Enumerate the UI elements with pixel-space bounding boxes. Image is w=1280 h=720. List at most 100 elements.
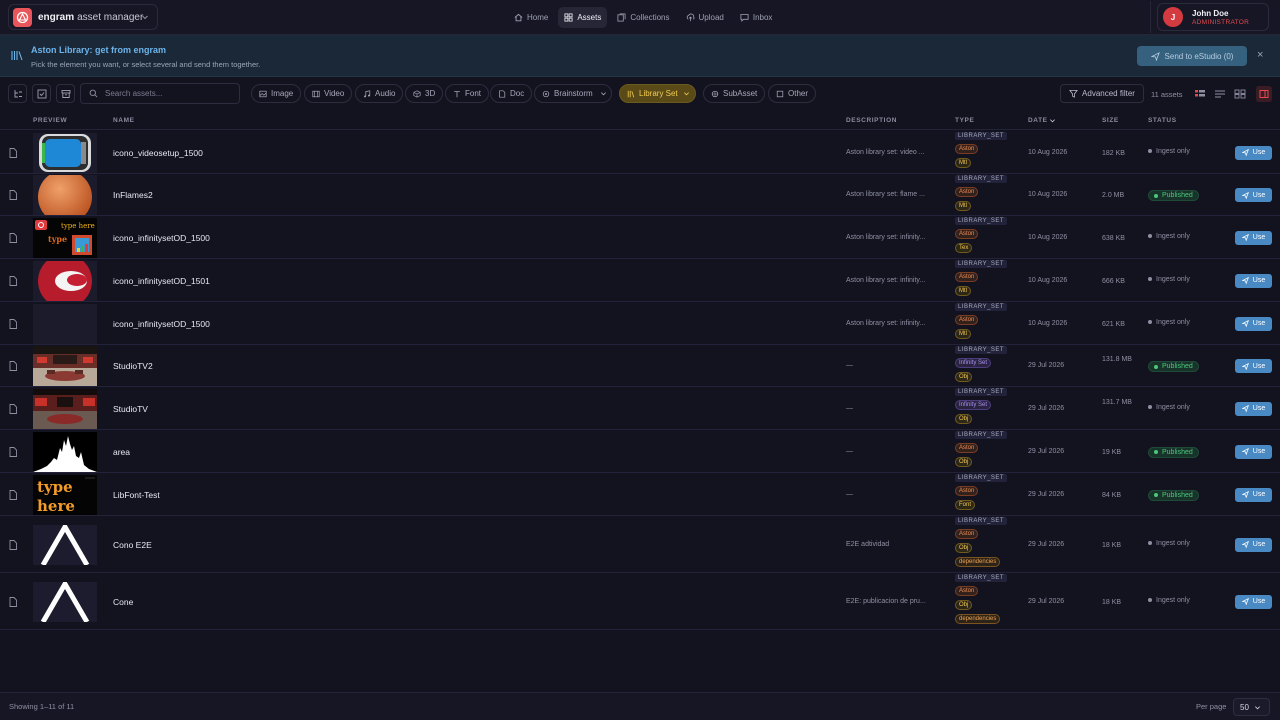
table-row[interactable]: Cone E2E: publicacion de pru... LIBRARY_SE…: [0, 573, 1280, 630]
nav-assets[interactable]: Assets: [558, 7, 608, 28]
type-tag: Obj: [955, 372, 973, 382]
asset-description: —: [846, 362, 853, 369]
view-list-button[interactable]: [1212, 86, 1228, 102]
main-nav: Home Assets Collections Upload Inbox: [508, 7, 778, 28]
asset-name[interactable]: icono_infinitysetOD_1500: [113, 233, 210, 243]
filter-image[interactable]: Image: [251, 84, 302, 103]
filter-video[interactable]: Video: [304, 84, 353, 103]
nav-collections[interactable]: Collections: [611, 7, 675, 28]
use-button[interactable]: Use: [1235, 230, 1272, 245]
use-button[interactable]: Use: [1235, 537, 1272, 552]
library-banner: Aston Library: get from engram Pick the …: [0, 35, 1280, 77]
filter-audio[interactable]: Audio: [355, 84, 404, 103]
panel-toggle-button[interactable]: [1256, 86, 1272, 102]
nav-home[interactable]: Home: [508, 7, 554, 28]
status-label: Ingest only: [1156, 596, 1190, 604]
filter-font[interactable]: Font: [445, 84, 490, 103]
view-table-button[interactable]: [1192, 86, 1208, 102]
column-date[interactable]: DATE: [1028, 117, 1048, 124]
asset-description: —: [846, 490, 853, 498]
filter-subasset[interactable]: SubAsset: [703, 84, 766, 103]
table-row[interactable]: icono_infinitysetOD_1501 Aston library se…: [0, 259, 1280, 302]
asset-name[interactable]: LibFont-Test: [113, 490, 160, 500]
filter-library-set[interactable]: Library Set: [619, 84, 696, 103]
status-label: Published: [1162, 491, 1193, 499]
filter-other-label: Other: [788, 89, 809, 98]
asset-name[interactable]: icono_infinitysetOD_1500: [113, 319, 210, 329]
use-button[interactable]: Use: [1235, 594, 1272, 609]
type-tag: Mtl: [955, 201, 971, 211]
asset-name[interactable]: Cone: [113, 597, 133, 607]
nav-inbox-label: Inbox: [752, 13, 773, 22]
filter-3d[interactable]: 3D: [405, 84, 444, 103]
svg-text:type here: type here: [61, 222, 95, 230]
filter-other[interactable]: Other: [768, 84, 817, 103]
use-button[interactable]: Use: [1235, 273, 1272, 288]
use-button[interactable]: Use: [1235, 487, 1272, 502]
asset-type-tags: LIBRARY_SET Aston Obj dependencies: [955, 574, 1008, 624]
column-status[interactable]: STATUS: [1148, 117, 1177, 124]
column-type[interactable]: TYPE: [955, 117, 974, 124]
asset-name[interactable]: icono_infinitysetOD_1501: [113, 276, 210, 286]
type-tag: Aston: [955, 586, 979, 596]
nav-inbox[interactable]: Inbox: [734, 7, 779, 28]
filter-brainstorm[interactable]: Brainstorm: [534, 84, 612, 103]
tree-view-button[interactable]: [8, 84, 27, 103]
other-icon: [776, 90, 784, 97]
status-badge: Ingest only: [1148, 233, 1190, 240]
asset-date: 29 Jul 2026: [1028, 362, 1065, 369]
type-tag: Infinity Set: [955, 358, 992, 368]
asset-name[interactable]: area: [113, 447, 130, 457]
table-row[interactable]: area — LIBRARY_SET Aston Obj 29 Jul 2026 19 KB…: [0, 430, 1280, 473]
list-view-icon: [1215, 90, 1225, 98]
column-description[interactable]: DESCRIPTION: [846, 117, 897, 124]
column-name[interactable]: NAME: [113, 117, 135, 124]
use-button[interactable]: Use: [1235, 401, 1272, 416]
table-row[interactable]: StudioTV2 — LIBRARY_SET Infinity Set Obj 29 J…: [0, 345, 1280, 387]
filter-subasset-label: SubAsset: [723, 89, 758, 98]
table-row[interactable]: InFlames2 Aston library set: flame ... LIB…: [0, 174, 1280, 216]
table-row[interactable]: icono_videosetup_1500 Aston library set: …: [0, 131, 1280, 174]
per-page-select[interactable]: 50: [1233, 698, 1270, 716]
chevron-down-icon[interactable]: [600, 90, 607, 97]
advanced-filter-button[interactable]: Advanced filter: [1060, 84, 1144, 103]
asset-name[interactable]: StudioTV: [113, 404, 148, 414]
subasset-icon: [711, 90, 719, 97]
document-icon: [499, 89, 506, 98]
asset-name[interactable]: StudioTV2: [113, 361, 153, 371]
table-row[interactable]: icono_infinitysetOD_1500 Aston library se…: [0, 302, 1280, 345]
filter-doc[interactable]: Doc: [490, 84, 533, 103]
file-icon: [9, 318, 17, 329]
asset-name[interactable]: InFlames2: [113, 190, 153, 200]
send-to-estudio-button[interactable]: Send to eStudio (0): [1137, 46, 1247, 66]
inbox-icon: [740, 13, 749, 22]
table-row[interactable]: type here type icono_infinitysetOD_1500 Ast…: [0, 216, 1280, 259]
view-grid-button[interactable]: [1232, 86, 1248, 102]
user-menu[interactable]: J John Doe ADMINISTRATOR: [1157, 3, 1269, 31]
archive-button[interactable]: [56, 84, 75, 103]
table-row[interactable]: Cono E2E E2E adtividad LIBRARY_SET Aston Obj…: [0, 516, 1280, 573]
asset-description: Aston library set: video ...: [846, 148, 925, 156]
use-button[interactable]: Use: [1235, 359, 1272, 373]
use-button[interactable]: Use: [1235, 145, 1272, 160]
use-button[interactable]: Use: [1235, 444, 1272, 459]
close-icon[interactable]: ×: [1257, 49, 1263, 61]
advanced-filter-label: Advanced filter: [1082, 89, 1135, 98]
asset-name[interactable]: icono_videosetup_1500: [113, 148, 203, 158]
status-badge: Published: [1148, 446, 1199, 458]
asset-name[interactable]: Cono E2E: [113, 540, 152, 550]
select-mode-button[interactable]: [32, 84, 51, 103]
asset-date: 29 Jul 2026: [1028, 597, 1065, 605]
table-row[interactable]: type here LibFont-Test — LIBRARY_SET Aston Fon…: [0, 473, 1280, 516]
use-button[interactable]: Use: [1235, 316, 1272, 331]
filter-library-set-label: Library Set: [639, 89, 678, 98]
use-button[interactable]: Use: [1235, 188, 1272, 202]
column-size[interactable]: SIZE: [1102, 117, 1119, 124]
table-row[interactable]: StudioTV — LIBRARY_SET Infinity Set Obj 29 Ju…: [0, 387, 1280, 430]
app-switcher[interactable]: engram asset manager: [8, 4, 158, 30]
svg-text:type: type: [48, 234, 67, 244]
nav-upload[interactable]: Upload: [680, 7, 730, 28]
user-info: John Doe ADMINISTRATOR: [1192, 9, 1249, 26]
status-label: Published: [1162, 448, 1193, 456]
search-input[interactable]: Search assets...: [80, 83, 240, 104]
